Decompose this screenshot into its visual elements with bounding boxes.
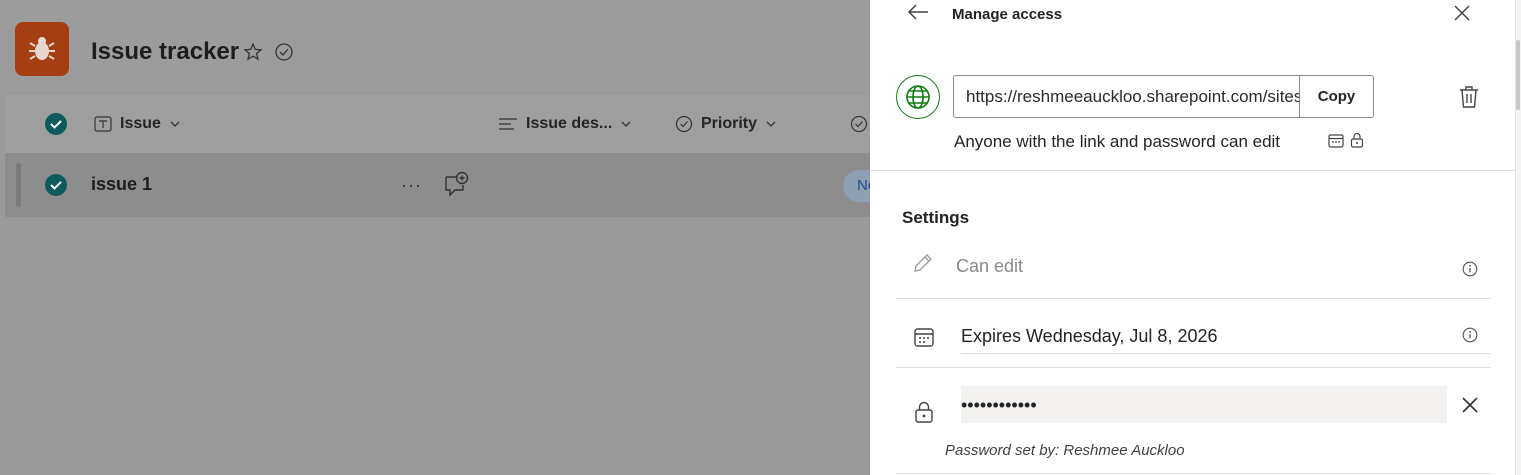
chevron-down-icon	[766, 121, 776, 127]
table-row[interactable]: issue 1 ··· Ne	[5, 153, 883, 217]
expiry-date-field[interactable]: Expires Wednesday, Jul 8, 2026	[961, 326, 1217, 347]
column-label: Issue	[120, 115, 161, 132]
close-icon[interactable]	[1452, 3, 1472, 23]
manage-access-panel: Manage access https://reshmeeauckloo.sha…	[870, 0, 1521, 475]
password-input[interactable]: ••••••••••••	[961, 386, 1447, 423]
chevron-down-icon	[621, 121, 631, 127]
choice-column-icon	[850, 115, 868, 133]
pencil-icon	[914, 254, 932, 272]
multiline-text-icon	[499, 118, 517, 130]
star-icon[interactable]	[243, 42, 263, 62]
clear-password-icon[interactable]	[1460, 395, 1480, 415]
divider	[896, 298, 1491, 299]
panel-title: Manage access	[952, 6, 1063, 23]
calendar-icon	[914, 328, 934, 347]
delete-icon[interactable]	[1458, 85, 1480, 109]
divider	[896, 473, 1491, 474]
divider	[870, 170, 1515, 171]
settings-heading: Settings	[902, 208, 970, 227]
row-check-icon[interactable]	[45, 174, 67, 196]
row-title[interactable]: issue 1	[91, 174, 152, 195]
lock-small-icon	[1350, 132, 1364, 148]
column-label: Priority	[701, 115, 758, 132]
share-link-field[interactable]: https://reshmeeauckloo.sharepoint.com/si…	[953, 75, 1374, 118]
bug-icon	[15, 22, 69, 76]
lock-icon	[915, 401, 933, 423]
app-header: Issue tracker	[0, 0, 870, 92]
list-app: Issue tracker Issue Issue des... Priorit…	[0, 0, 883, 475]
copy-button[interactable]: Copy	[1299, 76, 1373, 117]
row-selection-bar	[16, 163, 21, 207]
permission-dropdown[interactable]: Can edit	[956, 256, 1023, 277]
info-icon[interactable]	[1462, 327, 1478, 343]
field-underline	[961, 353, 1491, 354]
add-comment-icon[interactable]	[443, 171, 469, 197]
column-issue-description[interactable]: Issue des...	[498, 95, 632, 153]
link-description: Anyone with the link and password can ed…	[954, 132, 1281, 151]
check-circle-icon[interactable]	[274, 42, 294, 62]
column-issue[interactable]: Issue	[94, 95, 181, 153]
choice-column-icon	[675, 115, 693, 133]
share-link-url[interactable]: https://reshmeeauckloo.sharepoint.com/si…	[954, 76, 1299, 117]
back-arrow-icon[interactable]	[905, 0, 931, 26]
page-title: Issue tracker	[91, 38, 240, 65]
info-icon[interactable]	[1462, 261, 1478, 277]
list-header: Issue Issue des... Priority	[5, 95, 870, 153]
divider	[896, 367, 1491, 368]
column-label: Issue des...	[526, 115, 613, 132]
scrollbar-thumb[interactable]	[1516, 40, 1520, 110]
globe-icon	[896, 75, 940, 119]
calendar-small-icon	[1328, 134, 1344, 148]
password-set-by: Password set by: Reshmee Auckloo	[945, 442, 1185, 459]
chevron-down-icon	[170, 121, 180, 127]
column-priority[interactable]: Priority	[675, 95, 777, 153]
text-column-icon	[94, 116, 112, 132]
select-all-check-icon[interactable]	[45, 113, 67, 135]
more-options-button[interactable]: ···	[401, 175, 422, 196]
